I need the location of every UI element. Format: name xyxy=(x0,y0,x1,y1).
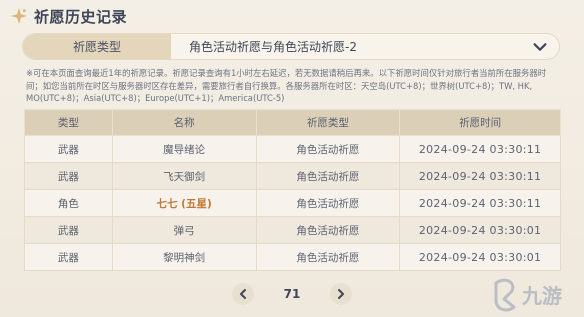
table-header-row: 类型 名称 祈愿类型 祈愿时间 xyxy=(24,109,561,136)
column-header-wish-time: 祈愿时间 xyxy=(399,109,561,136)
chevron-right-icon xyxy=(337,289,344,299)
wish-history-panel: 祈愿历史记录 祈愿类型 角色活动祈愿与角色活动祈愿-2 ※可在本页面查询最近1年… xyxy=(0,0,584,317)
pagination: 71 xyxy=(232,281,352,307)
prev-page-button[interactable] xyxy=(232,283,254,305)
chevron-left-icon xyxy=(240,289,246,299)
wish-type-label: 祈愿类型 xyxy=(23,34,171,59)
cell-time: 2024-09-24 03:30:01 xyxy=(399,216,561,244)
wish-type-value[interactable]: 角色活动祈愿与角色活动祈愿-2 xyxy=(171,38,531,55)
jiuyou-watermark-logo: 九游 xyxy=(494,278,562,312)
table-row: 武器 黎明神剑 角色活动祈愿 2024-09-24 03:30:01 xyxy=(24,243,561,271)
cell-time: 2024-09-24 03:30:11 xyxy=(399,162,561,190)
notice-text: ※可在本页面查询最近1年的祈愿记录。祈愿记录查询有1小时左右延迟，若无数据请稍后… xyxy=(26,68,547,103)
table-row: 武器 魔导绪论 角色活动祈愿 2024-09-24 03:30:11 xyxy=(24,135,561,163)
wish-history-table: 类型 名称 祈愿类型 祈愿时间 武器 魔导绪论 角色活动祈愿 2024-09-2… xyxy=(24,109,561,271)
cell-name: 魔导绪论 xyxy=(111,135,257,163)
cell-name-five-star: 七七 (五星) xyxy=(111,189,257,217)
cell-wish-type: 角色活动祈愿 xyxy=(255,216,401,244)
cell-wish-type: 角色活动祈愿 xyxy=(255,135,401,163)
column-header-name: 名称 xyxy=(111,109,257,136)
cell-time: 2024-09-24 03:30:01 xyxy=(399,243,561,271)
cell-type: 武器 xyxy=(24,162,113,190)
page-number: 71 xyxy=(283,287,301,301)
cell-type: 武器 xyxy=(24,135,113,163)
sparkle-star-icon xyxy=(10,7,28,25)
cell-name: 弹弓 xyxy=(111,216,257,244)
cell-type: 武器 xyxy=(24,216,113,244)
chevron-down-icon[interactable] xyxy=(531,38,549,56)
cell-type: 角色 xyxy=(24,189,113,217)
cell-wish-type: 角色活动祈愿 xyxy=(255,243,401,271)
cell-type: 武器 xyxy=(24,243,113,271)
wish-type-select[interactable]: 祈愿类型 角色活动祈愿与角色活动祈愿-2 xyxy=(22,33,560,60)
table-row: 武器 弹弓 角色活动祈愿 2024-09-24 03:30:01 xyxy=(24,216,561,244)
table-row: 武器 飞天御剑 角色活动祈愿 2024-09-24 03:30:11 xyxy=(24,162,561,190)
watermark-text: 九游 xyxy=(521,284,562,308)
cell-time: 2024-09-24 03:30:11 xyxy=(399,135,561,163)
table-row: 角色 七七 (五星) 角色活动祈愿 2024-09-24 03:30:11 xyxy=(24,189,561,217)
cell-time: 2024-09-24 03:30:11 xyxy=(399,189,561,217)
cell-name: 黎明神剑 xyxy=(111,243,257,271)
title-row: 祈愿历史记录 xyxy=(10,4,127,28)
column-header-wish-type: 祈愿类型 xyxy=(255,109,401,136)
cell-name: 飞天御剑 xyxy=(111,162,257,190)
page-title: 祈愿历史记录 xyxy=(34,7,128,26)
column-header-type: 类型 xyxy=(24,109,113,136)
cell-wish-type: 角色活动祈愿 xyxy=(255,189,401,217)
cell-wish-type: 角色活动祈愿 xyxy=(255,162,401,190)
next-page-button[interactable] xyxy=(329,283,352,305)
